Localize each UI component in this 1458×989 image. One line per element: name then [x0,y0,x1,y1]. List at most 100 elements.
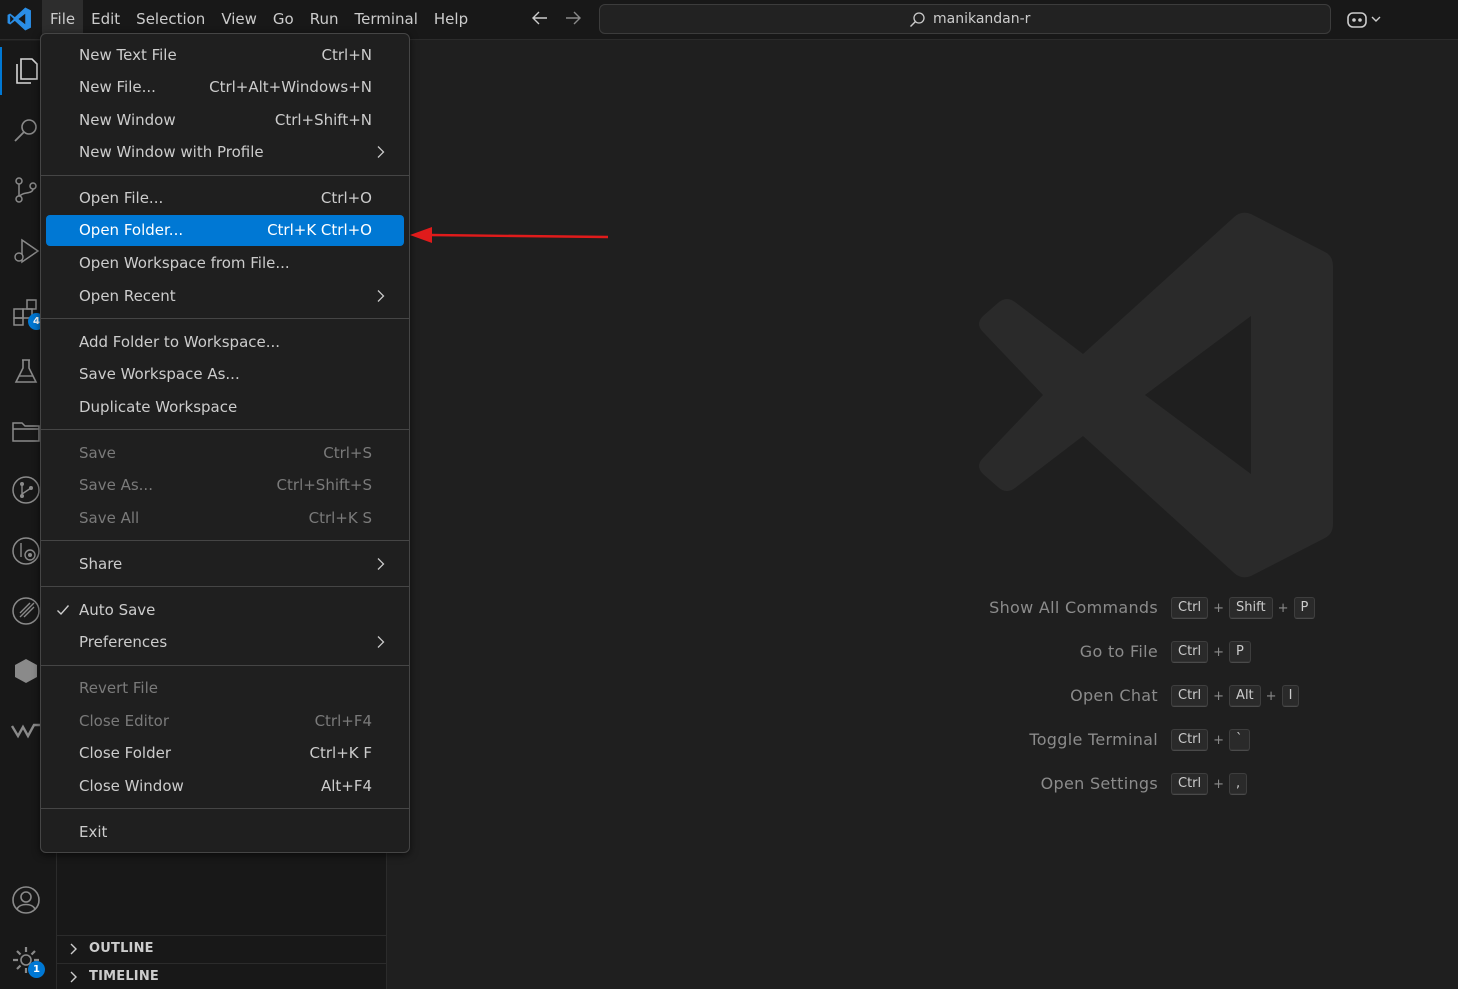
keycap: Alt [1229,685,1261,707]
workspace-name: manikandan-r [933,11,1031,27]
menu-item-save-as: Save As... Ctrl+Shift+S [46,470,404,501]
folder-icon [12,422,40,442]
menu-item-shortcut: Ctrl+S [323,444,372,462]
chevron-right-icon [377,558,385,570]
menu-item-new-window[interactable]: New Window Ctrl+Shift+N [46,105,404,136]
menu-item-shortcut: Ctrl+K F [309,744,373,762]
menu-item-add-folder-to-workspace[interactable]: Add Folder to Workspace... [46,327,404,358]
account-icon [12,886,40,914]
menu-item-close-folder[interactable]: Close Folder Ctrl+K F [46,738,404,769]
shortcut-label: Open Chat [1070,686,1158,705]
menu-item-new-file[interactable]: New File... Ctrl+Alt+Windows+N [46,72,404,103]
keycap: Ctrl [1171,641,1209,663]
chevron-right-icon [70,943,77,954]
outline-pane-header[interactable]: OUTLINE [57,935,386,961]
source-control-icon [15,177,37,203]
menu-item-save-workspace-as[interactable]: Save Workspace As... [46,359,404,390]
menu-item-close-editor: Close Editor Ctrl+F4 [46,706,404,737]
menu-item-shortcut: Ctrl+F4 [314,712,372,730]
menu-item-label: New File... [79,78,156,96]
menu-item-label: Open File... [79,189,164,207]
run-debug-icon [14,238,40,264]
menu-item-label: Preferences [79,633,168,651]
menu-item-label: Duplicate Workspace [79,398,238,416]
arrow-right-icon [566,11,581,25]
menu-separator [41,540,409,541]
keycap: Ctrl [1171,773,1209,795]
menu-item-duplicate-workspace[interactable]: Duplicate Workspace [46,392,404,423]
remote-explorer-icon [12,537,40,565]
menu-help[interactable]: Help [426,0,476,40]
menu-item-open-file[interactable]: Open File... Ctrl+O [46,183,404,214]
keycap: P [1229,641,1251,663]
copilot-button[interactable] [1346,8,1386,32]
menu-item-shortcut: Ctrl+Alt+Windows+N [209,78,372,96]
menu-item-label: New Window with Profile [79,143,264,161]
shortcut-label: Go to File [1079,642,1158,661]
menu-item-label: Auto Save [79,601,156,619]
menu-item-shortcut: Alt+F4 [320,777,372,795]
menu-separator [41,429,409,430]
menu-item-save-all: Save All Ctrl+K S [46,503,404,534]
keycap: P [1293,597,1316,619]
checkmark-icon [57,605,70,616]
menu-item-label: Save Workspace As... [79,365,240,383]
menu-item-open-workspace-from-file[interactable]: Open Workspace from File... [46,248,404,279]
command-center-search[interactable]: manikandan-r [599,4,1331,34]
vscode-logo-icon [7,7,31,31]
shortcut-label: Toggle Terminal [1029,730,1158,749]
menu-item-shortcut: Ctrl+K S [308,509,372,527]
chevron-right-icon [70,971,77,982]
shortcut-open-settings: Open Settings Ctrl + , [900,772,1320,798]
go-back-button[interactable] [528,8,552,30]
menu-item-save: Save Ctrl+S [46,438,404,469]
menu-item-label: Exit [79,823,108,841]
menu-item-label: Add Folder to Workspace... [79,333,281,351]
menu-item-label: Save [79,444,116,462]
keycap: Ctrl [1171,729,1209,751]
menu-item-new-text-file[interactable]: New Text File Ctrl+N [46,40,404,71]
menu-separator [41,586,409,587]
menu-item-share[interactable]: Share [46,549,404,580]
chevron-right-icon [377,146,385,158]
wave-logo-icon [10,723,40,739]
shortcut-go-to-file: Go to File Ctrl + P [900,640,1320,666]
menu-item-preferences[interactable]: Preferences [46,627,404,658]
menu-separator [41,665,409,666]
menu-item-new-window-with-profile[interactable]: New Window with Profile [46,137,404,168]
manage-badge: 1 [28,961,45,978]
menu-separator [41,318,409,319]
shortcut-label: Open Settings [1040,774,1158,793]
shortcut-open-chat: Open Chat Ctrl + Alt + I [900,684,1320,710]
menu-item-label: New Text File [79,46,177,64]
menu-item-label: New Window [79,111,176,129]
menu-item-label: Close Folder [79,744,171,762]
keycap: , [1229,773,1248,795]
menu-item-shortcut: Ctrl+N [321,46,372,64]
menu-item-close-window[interactable]: Close Window Alt+F4 [46,771,404,802]
shortcut-label: Show All Commands [989,598,1158,617]
activity-accounts[interactable] [0,876,57,924]
menu-item-label: Open Recent [79,287,176,305]
menu-item-exit[interactable]: Exit [46,817,404,848]
files-icon [16,58,38,84]
menu-item-open-recent[interactable]: Open Recent [46,281,404,312]
menu-item-open-folder[interactable]: Open Folder... Ctrl+K Ctrl+O [46,215,404,246]
timeline-pane-header[interactable]: TIMELINE [57,963,386,989]
search-icon [14,119,37,142]
menu-separator [41,808,409,809]
chevron-right-icon [377,290,385,302]
rocket-icon [12,597,40,625]
menu-item-label: Revert File [79,679,158,697]
menu-item-shortcut: Ctrl+O [320,189,372,207]
menu-item-label: Share [79,555,123,573]
file-menu-dropdown: New Text File Ctrl+N New File... Ctrl+Al… [40,33,410,853]
menu-item-auto-save[interactable]: Auto Save [46,595,404,626]
activity-manage[interactable] [0,936,57,984]
flask-icon [14,359,38,383]
go-forward-button[interactable] [561,8,585,30]
keycap: Ctrl [1171,685,1209,707]
keycap: ` [1229,729,1250,751]
menu-item-shortcut: Ctrl+Shift+N [274,111,372,129]
copilot-icon [1347,12,1381,28]
